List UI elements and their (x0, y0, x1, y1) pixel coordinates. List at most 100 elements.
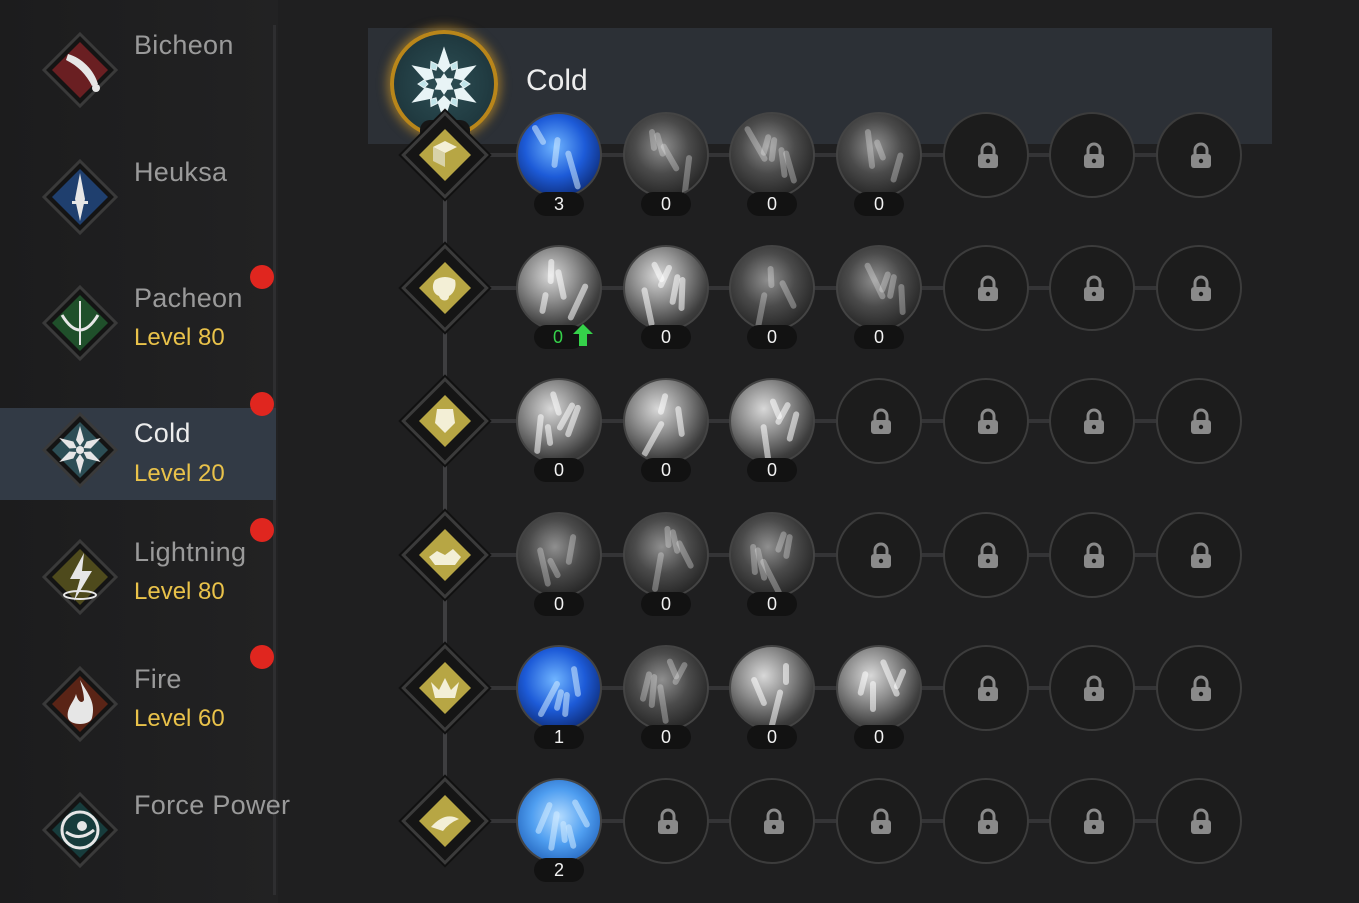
skill-node[interactable] (836, 245, 922, 331)
skill-art-streak (898, 283, 906, 316)
skill-art-streak (767, 265, 775, 289)
sidebar-item-force-power[interactable]: Force Power (0, 778, 290, 870)
swirl-emblem-icon (42, 792, 118, 869)
locked-skill-slot[interactable] (1156, 378, 1242, 464)
sidebar-item-heuksa[interactable]: Heuksa (0, 145, 276, 237)
fist-icon[interactable] (415, 258, 475, 318)
lock-icon (975, 808, 1001, 836)
lock-icon (1188, 675, 1214, 703)
skill-art-streak (554, 268, 568, 301)
shield-down-icon[interactable] (415, 391, 475, 451)
skill-node[interactable] (836, 645, 922, 731)
locked-skill-slot[interactable] (1156, 512, 1242, 598)
locked-skill-slot[interactable] (943, 778, 1029, 864)
skill-art-streak (640, 420, 666, 458)
lock-icon (1188, 808, 1214, 836)
skill-art-streak (768, 688, 784, 729)
skill-level-count: 0 (641, 325, 691, 349)
skill-node[interactable] (516, 245, 602, 331)
skill-art-streak (786, 410, 800, 443)
skill-art-streak (750, 676, 768, 707)
lock-icon (1188, 142, 1214, 170)
locked-skill-slot[interactable] (943, 645, 1029, 731)
skill-node[interactable] (623, 112, 709, 198)
locked-skill-slot[interactable] (623, 778, 709, 864)
locked-skill-slot[interactable] (943, 512, 1029, 598)
skill-art-streak (778, 279, 798, 310)
locked-skill-slot[interactable] (836, 378, 922, 464)
locked-skill-slot[interactable] (943, 112, 1029, 198)
skill-art-streak (870, 681, 876, 712)
locked-skill-slot[interactable] (1156, 645, 1242, 731)
skill-node[interactable] (729, 112, 815, 198)
sidebar-item-label: Lightning (134, 536, 247, 567)
page-title: Cold (526, 64, 588, 97)
locked-skill-slot[interactable] (1049, 645, 1135, 731)
locked-skill-slot[interactable] (943, 378, 1029, 464)
skill-level-count: 3 (534, 192, 584, 216)
skill-node[interactable] (623, 245, 709, 331)
skill-node[interactable] (729, 378, 815, 464)
skill-node[interactable] (729, 512, 815, 598)
skill-node[interactable] (623, 645, 709, 731)
ground-icon[interactable] (415, 525, 475, 585)
lock-icon (868, 808, 894, 836)
locked-skill-slot[interactable] (1049, 512, 1135, 598)
skill-art-streak (530, 123, 548, 147)
skill-node[interactable] (516, 112, 602, 198)
locked-skill-slot[interactable] (1049, 378, 1135, 464)
locked-skill-slot[interactable] (1156, 112, 1242, 198)
sidebar-item-bicheon[interactable]: Bicheon (0, 18, 276, 110)
selected-category-header (368, 28, 1272, 144)
locked-skill-slot[interactable] (1049, 112, 1135, 198)
skill-node[interactable] (516, 512, 602, 598)
locked-skill-slot[interactable] (1049, 245, 1135, 331)
skill-node[interactable] (516, 645, 602, 731)
sidebar-item-lightning[interactable]: Lightning Level 80 (0, 525, 276, 617)
lock-icon (975, 408, 1001, 436)
skill-node[interactable] (729, 245, 815, 331)
skill-art-streak (651, 551, 665, 593)
sidebar-item-label: Cold (134, 418, 191, 448)
skill-art-streak (547, 258, 555, 285)
sidebar-item-label: Pacheon (134, 283, 243, 314)
sidebar-item-cold[interactable]: Cold Level 20 (0, 408, 276, 500)
lock-icon (655, 808, 681, 836)
crown-icon[interactable] (415, 658, 475, 718)
skill-art-streak (565, 533, 577, 566)
skill-node[interactable] (516, 378, 602, 464)
skill-art-streak (674, 405, 686, 438)
skill-node[interactable] (623, 378, 709, 464)
lock-icon (1081, 675, 1107, 703)
sidebar-item-pacheon[interactable]: Pacheon Level 80 (0, 271, 276, 363)
skill-art-streak (547, 810, 561, 852)
skill-level-count: 0 (747, 725, 797, 749)
locked-skill-slot[interactable] (1156, 778, 1242, 864)
skill-level-count: 0 (534, 592, 584, 616)
skill-level-count: 2 (534, 858, 584, 882)
skill-node[interactable] (729, 645, 815, 731)
skill-art-streak (544, 423, 554, 447)
lock-icon (1081, 542, 1107, 570)
locked-skill-slot[interactable] (836, 778, 922, 864)
skill-node[interactable] (623, 512, 709, 598)
skill-node[interactable] (516, 778, 602, 864)
cube-icon[interactable] (415, 125, 475, 185)
lock-icon (975, 542, 1001, 570)
skill-node[interactable] (836, 112, 922, 198)
locked-skill-slot[interactable] (1049, 778, 1135, 864)
lock-icon (975, 275, 1001, 303)
sidebar-item-label: Force Power (134, 790, 291, 821)
bow-emblem-icon (42, 285, 118, 362)
locked-skill-slot[interactable] (1156, 245, 1242, 331)
locked-skill-slot[interactable] (943, 245, 1029, 331)
skill-art-streak (551, 136, 561, 169)
sidebar-item-fire[interactable]: Fire Level 60 (0, 652, 276, 744)
wind-icon[interactable] (415, 791, 475, 851)
locked-skill-slot[interactable] (729, 778, 815, 864)
lock-icon (1081, 408, 1107, 436)
skill-level-count: 0 (641, 192, 691, 216)
sidebar-item-label: Bicheon (134, 30, 234, 60)
locked-skill-slot[interactable] (836, 512, 922, 598)
skill-level-count: 0 (747, 592, 797, 616)
